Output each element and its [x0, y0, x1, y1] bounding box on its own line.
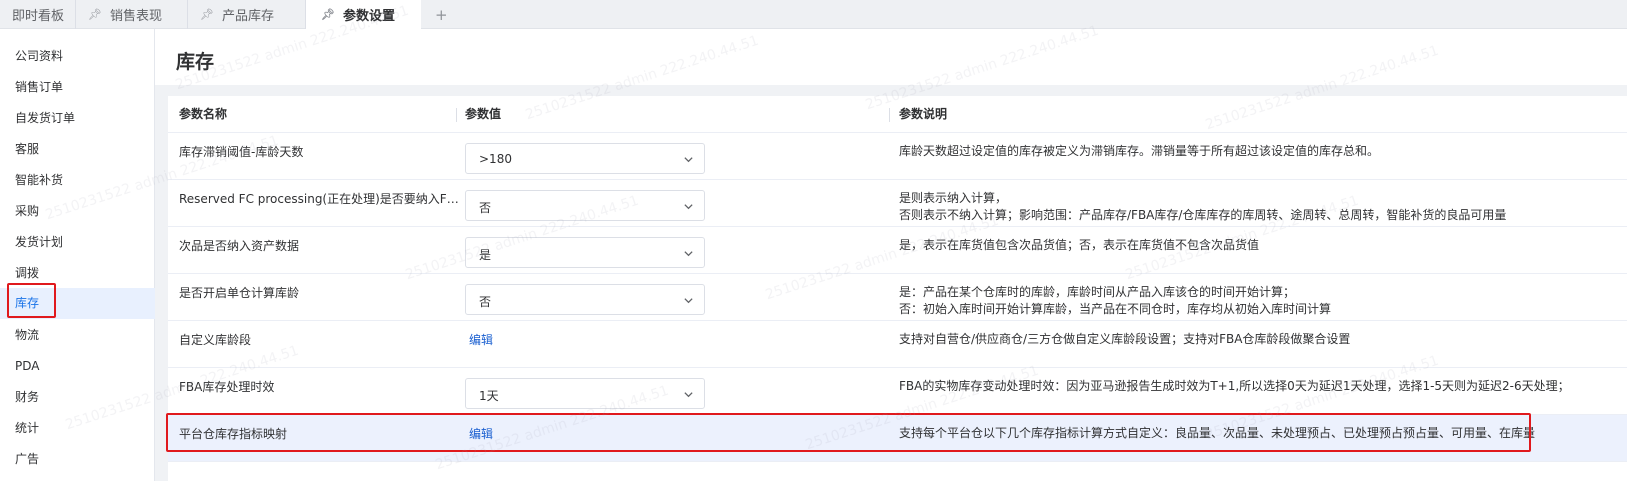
- sidebar: 公司资料 销售订单 自发货订单 客服 智能补货 采购 发货计划 调拨 库存 物流…: [0, 29, 155, 481]
- sidebar-item-label: 物流: [15, 328, 40, 342]
- pin-icon[interactable]: 📌︎: [200, 8, 214, 21]
- sidebar-item-pda[interactable]: PDA: [0, 351, 155, 382]
- sidebar-item-purchase[interactable]: 采购: [0, 196, 155, 227]
- chevron-down-icon: [684, 204, 693, 210]
- sidebar-item-ads[interactable]: 广告: [0, 444, 155, 475]
- select-value: 否: [479, 295, 492, 309]
- sidebar-item-label: 广告: [15, 452, 40, 466]
- tab-bar: 即时看板 📌︎ 销售表现 📌︎ 产品库存 📌︎ 参数设置 +: [0, 0, 1627, 29]
- chevron-down-icon: [684, 157, 693, 163]
- param-description: 是：产品在某个仓库时的库龄，库龄时间从产品入库该仓的时间开始计算； 否：初始入库…: [899, 284, 1619, 318]
- param-name: Reserved FC processing(正在处理)是否要纳入FBA...: [179, 192, 459, 206]
- param-description: 是则表示纳入计算， 否则表示不纳入计算；影响范围：产品库存/FBA库存/仓库库存…: [899, 190, 1619, 224]
- tab-label: 参数设置: [342, 9, 395, 24]
- param-description: FBA的实物库存变动处理时效：因为亚马逊报告生成时效为T+1,所以选择0天为延迟…: [899, 378, 1619, 395]
- sidebar-item-shipping-plan[interactable]: 发货计划: [0, 227, 155, 258]
- sidebar-item-label: 调拨: [15, 266, 40, 280]
- param-name: 次品是否纳入资产数据: [179, 239, 300, 253]
- sidebar-item-label: PDA: [15, 359, 40, 373]
- param-name: FBA库存处理时效: [179, 380, 275, 394]
- sidebar-item-label: 发货计划: [15, 235, 64, 249]
- chevron-down-icon: [684, 298, 693, 304]
- table-row: 库存滞销阈值-库龄天数 >180 库龄天数超过设定值的库存被定义为滞销库存。滞销…: [168, 133, 1627, 180]
- description-line: 是则表示纳入计算，: [899, 191, 1008, 205]
- description-line: 是，表示在库货值包含次品货值；否，表示在库货值不包含次品货值: [899, 238, 1260, 252]
- add-tab-button[interactable]: +: [421, 0, 462, 29]
- description-line: 是：产品在某个仓库时的库龄，库龄时间从产品入库该仓的时间开始计算；: [899, 285, 1296, 299]
- param-name: 库存滞销阈值-库龄天数: [179, 145, 304, 159]
- table-row: FBA库存处理时效 1天 FBA的实物库存变动处理时效：因为亚马逊报告生成时效为…: [168, 368, 1627, 415]
- param-value-select[interactable]: 是: [465, 237, 705, 268]
- select-value: 否: [479, 201, 492, 215]
- pin-icon[interactable]: 📌︎: [88, 8, 102, 21]
- param-name: 是否开启单仓计算库龄: [179, 286, 300, 300]
- sidebar-item-label: 销售订单: [15, 80, 64, 94]
- highlight-box-sidebar: [7, 283, 56, 318]
- table-row: Reserved FC processing(正在处理)是否要纳入FBA... …: [168, 180, 1627, 227]
- edit-link[interactable]: 编辑: [469, 331, 493, 348]
- description-line: 否则表示不纳入计算；影响范围：产品库存/FBA库存/仓库库存的库周转、途周转、总…: [899, 208, 1507, 222]
- table-row: 次品是否纳入资产数据 是 是，表示在库货值包含次品货值；否，表示在库货值不包含次…: [168, 227, 1627, 274]
- column-divider[interactable]: [889, 108, 890, 122]
- description-line: 支持对自营仓/供应商仓/三方仓做自定义库龄段设置；支持对FBA仓库龄段做聚合设置: [899, 332, 1351, 346]
- column-header-value: 参数值: [465, 107, 502, 121]
- select-value: 是: [479, 248, 492, 262]
- sidebar-item-customer-service[interactable]: 客服: [0, 134, 155, 165]
- table-row: 是否开启单仓计算库龄 否 是：产品在某个仓库时的库龄，库龄时间从产品入库该仓的时…: [168, 274, 1627, 321]
- description-line: FBA的实物库存变动处理时效：因为亚马逊报告生成时效为T+1,所以选择0天为延迟…: [899, 379, 1570, 393]
- description-line: 否：初始入库时间开始计算库龄，当产品在不同仓时，库存均从初始入库时间计算: [899, 302, 1332, 316]
- tab-label: 产品库存: [221, 9, 274, 24]
- tab-dashboard[interactable]: 即时看板: [0, 0, 76, 29]
- param-value-select[interactable]: 否: [465, 190, 705, 221]
- param-description: 支持对自营仓/供应商仓/三方仓做自定义库龄段设置；支持对FBA仓库龄段做聚合设置: [899, 331, 1619, 348]
- sidebar-item-label: 公司资料: [15, 49, 64, 63]
- sidebar-item-label: 财务: [15, 390, 40, 404]
- tab-sales-performance[interactable]: 📌︎ 销售表现: [76, 0, 188, 29]
- pin-icon[interactable]: 📌︎: [321, 8, 335, 21]
- highlight-box-row: [166, 413, 1531, 452]
- description-line: 库龄天数超过设定值的库存被定义为滞销库存。滞销量等于所有超过该设定值的库存总和。: [899, 144, 1380, 158]
- param-value-select[interactable]: 1天: [465, 378, 705, 409]
- page-header: 库存: [155, 29, 1627, 85]
- select-value: 1天: [479, 389, 499, 403]
- sidebar-item-company-info[interactable]: 公司资料: [0, 41, 155, 72]
- select-value: >180: [479, 152, 512, 166]
- tab-parameter-settings[interactable]: 📌︎ 参数设置: [306, 0, 421, 29]
- param-value-select[interactable]: 否: [465, 284, 705, 315]
- sidebar-item-logistics[interactable]: 物流: [0, 320, 155, 351]
- sidebar-item-smart-replenish[interactable]: 智能补货: [0, 165, 155, 196]
- sidebar-item-label: 采购: [15, 204, 40, 218]
- sidebar-item-label: 自发货订单: [15, 111, 76, 125]
- sidebar-item-self-ship-orders[interactable]: 自发货订单: [0, 103, 155, 134]
- chevron-down-icon: [684, 392, 693, 398]
- column-divider[interactable]: [456, 108, 457, 122]
- page-title: 库存: [176, 51, 215, 73]
- sidebar-item-label: 智能补货: [15, 173, 64, 187]
- tab-product-inventory[interactable]: 📌︎ 产品库存: [188, 0, 306, 29]
- plus-icon: +: [435, 5, 448, 24]
- sidebar-item-label: 客服: [15, 142, 40, 156]
- table-header: 参数名称 参数值 参数说明: [168, 96, 1627, 133]
- sidebar-item-finance[interactable]: 财务: [0, 382, 155, 413]
- table-row: 自定义库龄段 编辑 支持对自营仓/供应商仓/三方仓做自定义库龄段设置；支持对FB…: [168, 321, 1627, 368]
- param-description: 是，表示在库货值包含次品货值；否，表示在库货值不包含次品货值: [899, 237, 1619, 254]
- param-name: 自定义库龄段: [179, 333, 252, 347]
- column-header-desc: 参数说明: [899, 107, 948, 121]
- sidebar-item-label: 统计: [15, 421, 40, 435]
- column-header-name: 参数名称: [179, 107, 228, 121]
- param-description: 库龄天数超过设定值的库存被定义为滞销库存。滞销量等于所有超过该设定值的库存总和。: [899, 143, 1619, 160]
- tab-label: 销售表现: [109, 9, 162, 24]
- sidebar-item-sales-orders[interactable]: 销售订单: [0, 72, 155, 103]
- tab-label: 即时看板: [12, 9, 65, 24]
- sidebar-item-statistics[interactable]: 统计: [0, 413, 155, 444]
- chevron-down-icon: [684, 251, 693, 257]
- param-value-select[interactable]: >180: [465, 143, 705, 174]
